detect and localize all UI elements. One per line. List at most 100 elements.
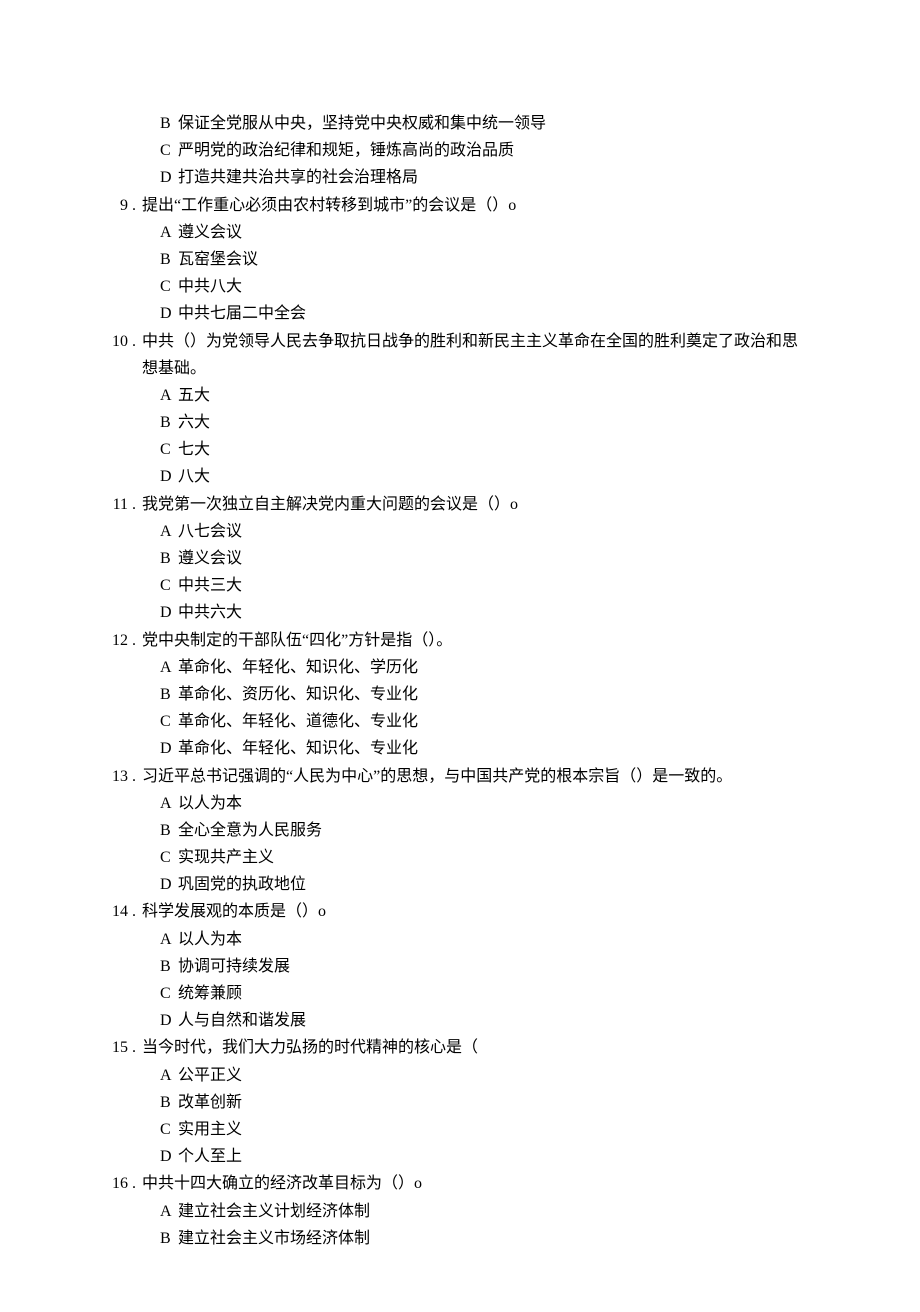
option-text: 个人至上 [178, 1143, 800, 1170]
option-letter: C [160, 273, 178, 300]
option-b: B 革命化、资历化、知识化、专业化 [160, 681, 800, 708]
option-text: 人与自然和谐发展 [178, 1007, 800, 1034]
option-letter: C [160, 572, 178, 599]
question-text: 提出“工作重心必须由农村转移到城市”的会议是（）o [142, 192, 800, 219]
option-text: 打造共建共治共享的社会治理格局 [178, 164, 800, 191]
option-letter: D [160, 1143, 178, 1170]
option-a: A 以人为本 [160, 790, 800, 817]
option-text: 八七会议 [178, 518, 800, 545]
option-text: 五大 [178, 382, 800, 409]
option-text: 公平正义 [178, 1062, 800, 1089]
option-c: C 实现共产主义 [160, 844, 800, 871]
option-d: D 中共六大 [160, 599, 800, 626]
option-a: A 公平正义 [160, 1062, 800, 1089]
option-letter: B [160, 409, 178, 436]
question-11: 11 . 我党第一次独立自主解决党内重大问题的会议是（）o A 八七会议 B 遵… [100, 491, 800, 627]
question-text: 党中央制定的干部队伍“四化”方针是指（）。 [142, 627, 800, 654]
options: A 革命化、年轻化、知识化、学历化 B 革命化、资历化、知识化、专业化 C 革命… [100, 654, 800, 763]
question-number: 16 . [100, 1170, 142, 1197]
option-b: B 保证全党服从中央，坚持党中央权威和集中统一领导 [160, 110, 800, 137]
option-d: D 巩固党的执政地位 [160, 871, 800, 898]
options: A 八七会议 B 遵义会议 C 中共三大 D 中共六大 [100, 518, 800, 627]
option-text: 统筹兼顾 [178, 980, 800, 1007]
question-stem: 15 . 当今时代，我们大力弘扬的时代精神的核心是（ [100, 1034, 800, 1061]
question-8-continued-options: B 保证全党服从中央，坚持党中央权威和集中统一领导 C 严明党的政治纪律和规矩，… [100, 110, 800, 192]
options: A 遵义会议 B 瓦窑堡会议 C 中共八大 D 中共七届二中全会 [100, 219, 800, 328]
option-letter: A [160, 1198, 178, 1225]
option-letter: C [160, 708, 178, 735]
option-letter: B [160, 246, 178, 273]
option-text: 巩固党的执政地位 [178, 871, 800, 898]
option-letter: A [160, 926, 178, 953]
option-letter: D [160, 599, 178, 626]
option-d: D 人与自然和谐发展 [160, 1007, 800, 1034]
option-text: 六大 [178, 409, 800, 436]
option-letter: C [160, 1116, 178, 1143]
question-number: 14 . [100, 898, 142, 925]
option-letter: A [160, 1062, 178, 1089]
option-text: 革命化、资历化、知识化、专业化 [178, 681, 800, 708]
option-text: 中共七届二中全会 [178, 300, 800, 327]
option-b: B 协调可持续发展 [160, 953, 800, 980]
option-a: A 以人为本 [160, 926, 800, 953]
option-letter: A [160, 790, 178, 817]
options: A 建立社会主义计划经济体制 B 建立社会主义市场经济体制 [100, 1198, 800, 1252]
option-text: 革命化、年轻化、道德化、专业化 [178, 708, 800, 735]
option-text: 以人为本 [178, 790, 800, 817]
question-stem: 11 . 我党第一次独立自主解决党内重大问题的会议是（）o [100, 491, 800, 518]
question-text: 当今时代，我们大力弘扬的时代精神的核心是（ [142, 1034, 800, 1061]
question-stem: 16 . 中共十四大确立的经济改革目标为（）o [100, 1170, 800, 1197]
question-12: 12 . 党中央制定的干部队伍“四化”方针是指（）。 A 革命化、年轻化、知识化… [100, 627, 800, 763]
option-c: C 统筹兼顾 [160, 980, 800, 1007]
option-text: 革命化、年轻化、知识化、专业化 [178, 735, 800, 762]
option-text: 遵义会议 [178, 545, 800, 572]
option-text: 全心全意为人民服务 [178, 817, 800, 844]
option-letter: A [160, 382, 178, 409]
option-letter: D [160, 735, 178, 762]
question-text: 科学发展观的本质是（）o [142, 898, 800, 925]
question-number: 10 . [100, 328, 142, 382]
option-c: C 严明党的政治纪律和规矩，锤炼高尚的政治品质 [160, 137, 800, 164]
question-number: 15 . [100, 1034, 142, 1061]
option-text: 以人为本 [178, 926, 800, 953]
option-text: 瓦窑堡会议 [178, 246, 800, 273]
option-letter: B [160, 953, 178, 980]
option-text: 实用主义 [178, 1116, 800, 1143]
question-stem: 12 . 党中央制定的干部队伍“四化”方针是指（）。 [100, 627, 800, 654]
option-text: 建立社会主义计划经济体制 [178, 1198, 800, 1225]
option-a: A 遵义会议 [160, 219, 800, 246]
options: A 以人为本 B 协调可持续发展 C 统筹兼顾 D 人与自然和谐发展 [100, 926, 800, 1035]
option-b: B 全心全意为人民服务 [160, 817, 800, 844]
question-text: 中共十四大确立的经济改革目标为（）o [142, 1170, 800, 1197]
option-d: D 中共七届二中全会 [160, 300, 800, 327]
question-stem: 14 . 科学发展观的本质是（）o [100, 898, 800, 925]
option-b: B 遵义会议 [160, 545, 800, 572]
option-letter: D [160, 300, 178, 327]
option-text: 建立社会主义市场经济体制 [178, 1225, 800, 1252]
options: A 五大 B 六大 C 七大 D 八大 [100, 382, 800, 491]
option-c: C 革命化、年轻化、道德化、专业化 [160, 708, 800, 735]
option-letter: B [160, 817, 178, 844]
question-number: 11 . [100, 491, 142, 518]
option-letter: C [160, 436, 178, 463]
option-a: A 建立社会主义计划经济体制 [160, 1198, 800, 1225]
question-number: 12 . [100, 627, 142, 654]
question-10: 10 . 中共（）为党领导人民去争取抗日战争的胜利和新民主主义革命在全国的胜利奠… [100, 328, 800, 491]
question-16: 16 . 中共十四大确立的经济改革目标为（）o A 建立社会主义计划经济体制 B… [100, 1170, 800, 1252]
option-a: A 五大 [160, 382, 800, 409]
option-a: A 八七会议 [160, 518, 800, 545]
option-b: B 建立社会主义市场经济体制 [160, 1225, 800, 1252]
option-text: 中共三大 [178, 572, 800, 599]
option-text: 实现共产主义 [178, 844, 800, 871]
option-letter: B [160, 545, 178, 572]
option-letter: B [160, 1225, 178, 1252]
option-b: B 六大 [160, 409, 800, 436]
question-number: 13 . [100, 763, 142, 790]
question-13: 13 . 习近平总书记强调的“人民为中心”的思想，与中国共产党的根本宗旨（）是一… [100, 763, 800, 899]
question-stem: 13 . 习近平总书记强调的“人民为中心”的思想，与中国共产党的根本宗旨（）是一… [100, 763, 800, 790]
option-b: B 改革创新 [160, 1089, 800, 1116]
option-b: B 瓦窑堡会议 [160, 246, 800, 273]
question-14: 14 . 科学发展观的本质是（）o A 以人为本 B 协调可持续发展 C 统筹兼… [100, 898, 800, 1034]
option-letter: D [160, 463, 178, 490]
options: A 以人为本 B 全心全意为人民服务 C 实现共产主义 D 巩固党的执政地位 [100, 790, 800, 899]
